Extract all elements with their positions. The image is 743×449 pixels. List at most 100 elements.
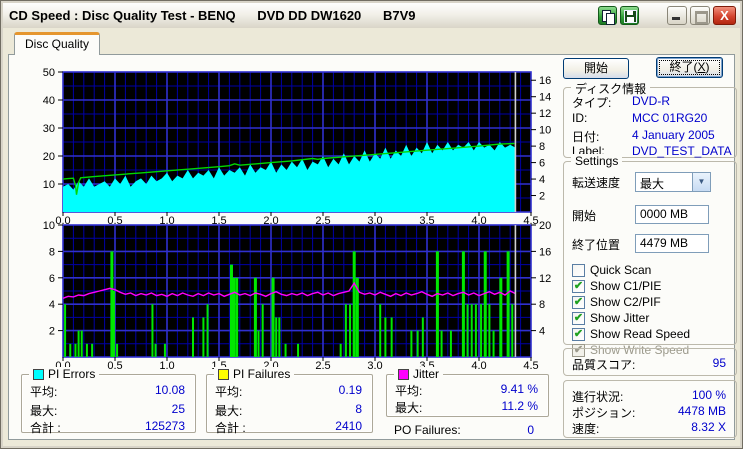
svg-text:2: 2	[49, 326, 55, 338]
disc-id-value: MCC 01RG20	[632, 111, 708, 125]
progress-panel: 進行状況: 100 % ポジション: 4478 MB 速度: 8.32 X	[563, 380, 737, 438]
svg-text:8: 8	[539, 299, 545, 311]
pi-errors-total-value: 125273	[144, 419, 185, 433]
jitter-caption: Jitter	[413, 367, 440, 381]
pi-errors-caption: PI Errors	[48, 367, 96, 381]
checkbox-label: Quick Scan	[590, 263, 652, 277]
svg-text:2: 2	[539, 191, 545, 203]
end-position-input[interactable]: 4479 MB	[635, 234, 709, 253]
progress-label: 進行状況:	[572, 390, 624, 404]
checkbox-show-read-speed[interactable]: ✔ Show Read Speed	[572, 327, 690, 341]
svg-text:16: 16	[539, 75, 551, 87]
svg-text:4.5: 4.5	[523, 360, 538, 372]
exit-button[interactable]: 終了(X)	[656, 57, 723, 78]
chevron-down-icon[interactable]: ▼	[692, 173, 710, 191]
maximize-icon	[695, 11, 708, 24]
pi-failures-total-label: 合計 :	[215, 421, 246, 435]
svg-text:10: 10	[539, 125, 551, 137]
close-icon: X	[720, 8, 729, 23]
pi-errors-max-value: 25	[171, 402, 185, 416]
checkbox-show-c1-pie[interactable]: ✔ Show C1/PIE	[572, 279, 661, 293]
pi-errors-read-speed-chart: 10203040502468101214160.0 0.5 1.0 1.5 2.0 2.5…	[43, 67, 552, 226]
pi-failures-legend-swatch	[218, 368, 229, 380]
position-value: 4478 MB	[677, 404, 726, 418]
disc-quality-tab-page: 10 20 30 40 50 2 4 6 8 10 12 14 16 0.0 0.5 1.0 1.5 2.0 2.5…	[8, 54, 737, 440]
pi-errors-panel: PI Errors 平均: 10.08 最大: 25 合計 : 125273	[21, 367, 196, 435]
jitter-avg-label: 平均:	[395, 384, 423, 398]
settings-panel: Settings 転送速度 最大 ▼ 開始 0000 MB 終了位置 4479 …	[563, 154, 737, 357]
disc-date-value: 4 January 2005	[632, 128, 715, 142]
pi-errors-total-label: 合計 :	[30, 421, 61, 435]
jitter-legend-swatch	[398, 368, 409, 380]
svg-text:50: 50	[43, 67, 55, 79]
disc-id-label: ID:	[572, 111, 588, 125]
svg-text:10: 10	[43, 221, 55, 232]
checkbox-show-jitter[interactable]: ✔ Show Jitter	[572, 311, 649, 325]
pi-failures-total-value: 2410	[335, 419, 362, 433]
checkbox-box[interactable]: ✔	[572, 279, 585, 293]
checkbox-quick-scan[interactable]: ✔ Quick Scan	[572, 263, 651, 277]
checkbox-box[interactable]: ✔	[572, 311, 585, 325]
svg-text:4.0: 4.0	[471, 360, 486, 372]
svg-text:4: 4	[539, 174, 545, 186]
close-button[interactable]: X	[713, 6, 736, 25]
minimize-button[interactable]	[667, 6, 687, 25]
pi-failures-max-value: 8	[355, 402, 362, 416]
disc-label-value: DVD_TEST_DATA	[632, 144, 732, 158]
end-position-label: 終了位置	[572, 238, 621, 252]
svg-text:8: 8	[539, 141, 545, 153]
svg-text:2.5: 2.5	[315, 360, 330, 372]
client-area: Disc Quality 10 20 30 40 50 2 4 6 8 10 12 14 16 0.0 0.…	[3, 28, 740, 446]
disc-info-panel: ディスク情報 タイプ: DVD-R ID: MCC 01RG20 日付: 4 Janu…	[563, 80, 737, 158]
jitter-max-value: 11.2 %	[501, 399, 538, 413]
transfer-speed-select[interactable]: 最大 ▼	[635, 172, 711, 192]
checkbox-show-c2-pif[interactable]: ✔ Show C2/PIF	[572, 295, 661, 309]
pi-failures-panel: PI Failures 平均: 0.19 最大: 8 合計 : 2410	[206, 367, 373, 435]
svg-text:12: 12	[539, 108, 551, 120]
svg-text:10: 10	[43, 179, 55, 191]
pi-errors-avg-label: 平均:	[30, 385, 58, 399]
start-position-label: 開始	[572, 209, 597, 223]
maximize-button[interactable]	[690, 6, 710, 25]
svg-text:3.0: 3.0	[367, 360, 382, 372]
svg-text:0.5: 0.5	[107, 360, 122, 372]
window-title: CD Speed : Disc Quality Test - BENQ DVD …	[9, 8, 416, 23]
svg-text:30: 30	[43, 123, 55, 135]
svg-text:4: 4	[539, 326, 545, 338]
pi-failures-max-label: 最大:	[215, 404, 243, 418]
title-bar-buttons: X	[598, 6, 740, 25]
quality-score-panel: 品質スコア: 95	[563, 348, 737, 376]
svg-text:20: 20	[539, 221, 551, 232]
pi-errors-avg-value: 10.08	[154, 383, 185, 397]
pi-failures-caption: PI Failures	[233, 367, 291, 381]
pi-errors-max-label: 最大:	[30, 404, 58, 418]
svg-text:6: 6	[49, 273, 55, 285]
speed-label: 速度:	[572, 422, 600, 436]
pi-failures-jitter-chart: 246810481216200.0 0.5 1.0 1.5 2.0 2.5 3.0 3.5 4.…	[43, 221, 552, 372]
start-position-input[interactable]: 0000 MB	[635, 205, 709, 224]
app-window: CD Speed : Disc Quality Test - BENQ DVD …	[0, 0, 743, 449]
position-label: ポジション:	[572, 406, 636, 420]
svg-text:6: 6	[539, 158, 545, 170]
po-failures-row: PO Failures: 0	[394, 423, 542, 438]
settings-caption: Settings	[571, 154, 623, 168]
svg-text:16: 16	[539, 246, 551, 258]
checkbox-box[interactable]: ✔	[572, 327, 585, 341]
save-button[interactable]	[620, 6, 639, 25]
pi-failures-avg-value: 0.19	[338, 383, 362, 397]
checkbox-box[interactable]: ✔	[572, 263, 585, 277]
tab-disc-quality[interactable]: Disc Quality	[14, 32, 100, 55]
svg-text:1.0: 1.0	[159, 360, 174, 372]
transfer-speed-label: 転送速度	[572, 176, 621, 190]
checkbox-box[interactable]: ✔	[572, 295, 585, 309]
progress-value: 100 %	[691, 388, 726, 402]
checkbox-label: Show C2/PIF	[590, 295, 661, 309]
pi-failures-avg-label: 平均:	[215, 385, 243, 399]
svg-text:14: 14	[539, 92, 551, 104]
checkbox-label: Show Read Speed	[590, 327, 691, 341]
po-failures-label: PO Failures:	[394, 423, 461, 437]
copy-button[interactable]	[598, 6, 617, 25]
svg-text:4: 4	[49, 299, 55, 311]
start-button[interactable]: 開始	[563, 58, 629, 79]
disc-type-value: DVD-R	[632, 94, 670, 108]
